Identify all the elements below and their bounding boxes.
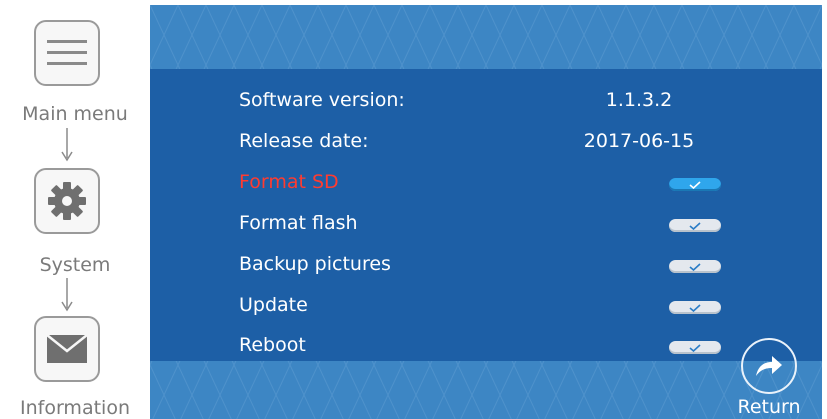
checkmark-icon [689,343,701,352]
backup-pictures-label: Backup pictures [239,253,391,275]
reboot-row[interactable]: Reboot [239,328,759,364]
update-confirm-button[interactable] [669,301,721,314]
system-info-panel: Software version: 1.1.3.2 Release date: … [150,5,822,419]
format-sd-confirm-button[interactable] [669,178,721,191]
nav-label-system: System [39,254,111,276]
nav-label-main-menu: Main menu [22,103,128,125]
update-row[interactable]: Update [239,288,759,324]
update-label: Update [239,294,308,316]
format-flash-row[interactable]: Format flash [239,206,759,242]
gear-icon [48,182,86,220]
return-circle[interactable] [741,338,797,394]
arrow-down-icon [61,128,73,162]
release-date-row: Release date: 2017-06-15 [239,124,759,160]
checkmark-icon [689,303,701,312]
checkmark-icon [689,262,701,271]
software-version-label: Software version: [239,89,405,111]
arrow-down-icon [61,278,73,312]
hamburger-menu-icon [47,40,87,65]
backup-pictures-confirm-button[interactable] [669,260,721,273]
reboot-label: Reboot [239,334,306,356]
format-sd-row[interactable]: Format SD [239,165,759,201]
information-button[interactable] [34,316,100,382]
return-arrow-icon [756,356,782,376]
system-button[interactable] [34,168,100,234]
release-date-label: Release date: [239,130,369,152]
format-sd-label: Format SD [239,171,339,193]
return-button[interactable]: Return [737,338,801,418]
main-menu-button[interactable] [34,20,100,86]
format-flash-confirm-button[interactable] [669,219,721,232]
backup-pictures-row[interactable]: Backup pictures [239,247,759,283]
return-label: Return [737,396,801,418]
software-version-value: 1.1.3.2 [605,89,673,111]
software-version-row: Software version: 1.1.3.2 [239,83,759,119]
release-date-value: 2017-06-15 [583,130,695,152]
envelope-icon [46,334,88,363]
format-flash-label: Format flash [239,212,358,234]
checkmark-icon [689,221,701,230]
nav-label-information: Information [20,397,130,419]
checkmark-icon [689,180,701,189]
navigation-column: Main menu System Information [0,0,150,419]
reboot-confirm-button[interactable] [669,341,721,354]
